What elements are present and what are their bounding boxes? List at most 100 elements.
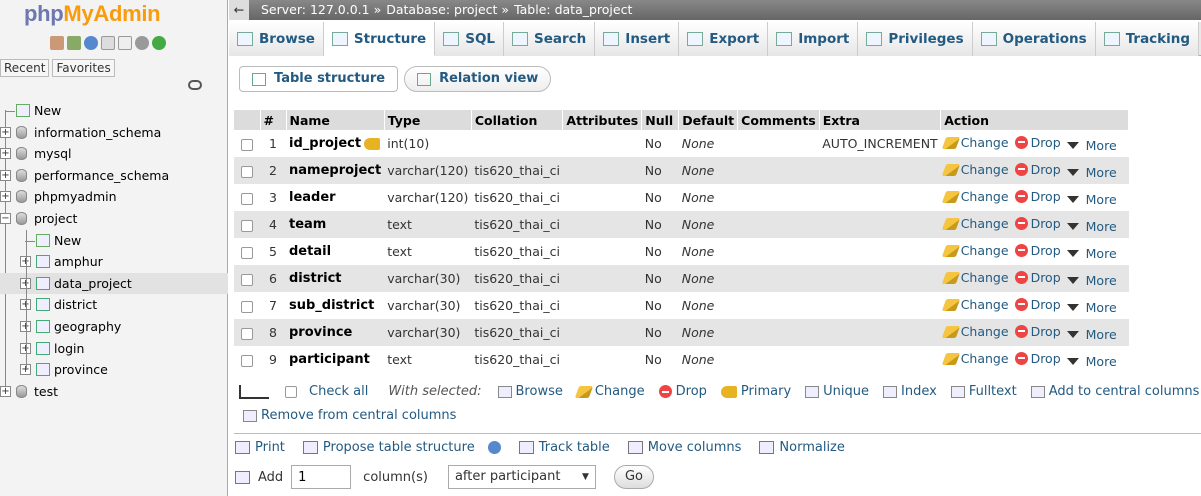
header-name[interactable]: Name [286,110,385,130]
tab-import[interactable]: Import [768,22,859,56]
tree-item[interactable]: +amphur [0,251,228,273]
drop-button[interactable]: Drop [1014,351,1061,366]
tree-item-label[interactable]: New [34,100,61,121]
print-link[interactable]: Print [235,440,285,455]
tree-item[interactable]: +geography [0,316,228,338]
column-name[interactable]: team [286,211,385,238]
tree-item-label[interactable]: test [34,381,58,402]
link-icon[interactable] [188,80,202,90]
tree-item-label[interactable]: phpmyadmin [34,186,117,207]
bulk-drop-button[interactable]: Drop [658,384,707,399]
favorites-tab[interactable]: Favorites [52,59,115,77]
check-all-checkbox[interactable] [285,385,297,398]
change-button[interactable]: Change [941,243,1009,258]
tree-item-label[interactable]: information_schema [34,122,161,143]
reload-icon[interactable] [152,36,166,50]
bulk-unique-button[interactable]: Unique [805,384,869,399]
tree-item-label[interactable]: New [54,230,81,251]
tab-operations[interactable]: Operations [972,22,1096,56]
logout-icon[interactable] [67,36,81,50]
column-name[interactable]: id_project [286,130,385,157]
column-name[interactable]: nameproject [286,157,385,184]
tree-item-label[interactable]: province [54,359,108,380]
check-all-label[interactable]: Check all [309,384,368,399]
tab-structure[interactable]: Structure [323,22,436,56]
drop-button[interactable]: Drop [1014,216,1061,231]
tree-item[interactable]: +province [0,359,228,381]
tree-item-label[interactable]: data_project [54,273,132,294]
row-checkbox[interactable] [241,354,253,367]
more-button[interactable]: More [1066,165,1117,180]
copy-icon[interactable] [118,36,132,50]
breadcrumb-table[interactable]: Table: data_project [514,0,632,20]
tree-item[interactable]: +district [0,294,228,316]
column-position-select[interactable]: after participant [447,465,596,489]
breadcrumb-server[interactable]: Server: 127.0.0.1 » [261,0,381,20]
row-checkbox[interactable] [241,192,253,205]
home-icon[interactable] [50,36,64,50]
settings-icon[interactable] [135,36,149,50]
phpmyadmin-logo[interactable]: phpMyAdmin [24,1,161,27]
help-icon[interactable] [487,441,501,454]
tree-item[interactable]: + information_schema [0,122,228,144]
column-name[interactable]: participant [286,346,385,373]
column-count-input[interactable] [291,465,352,489]
change-button[interactable]: Change [941,216,1009,231]
drop-button[interactable]: Drop [1014,162,1061,177]
move-columns-link[interactable]: Move columns [627,440,741,455]
bulk-primary-button[interactable]: Primary [720,384,791,399]
bulk-browse-button[interactable]: Browse [497,384,563,399]
expand-icon[interactable]: + [0,385,11,397]
bulk-change-button[interactable]: Change [574,384,645,399]
tree-item[interactable]: New [0,230,228,252]
go-button[interactable]: Go [613,465,654,489]
bulk-fulltext-button[interactable]: Fulltext [950,384,1017,399]
more-button[interactable]: More [1066,300,1117,315]
change-button[interactable]: Change [941,162,1009,177]
change-button[interactable]: Change [941,135,1009,150]
more-button[interactable]: More [1066,273,1117,288]
row-checkbox[interactable] [241,246,253,259]
row-checkbox[interactable] [241,138,253,151]
more-button[interactable]: More [1066,192,1117,207]
expand-icon[interactable]: + [0,126,11,138]
change-button[interactable]: Change [941,324,1009,339]
more-button[interactable]: More [1066,327,1117,342]
help-icon[interactable] [84,36,98,50]
column-name[interactable]: district [286,265,385,292]
row-checkbox[interactable] [241,219,253,232]
change-button[interactable]: Change [941,189,1009,204]
track-table-link[interactable]: Track table [518,440,610,455]
more-button[interactable]: More [1066,354,1117,369]
recent-tab[interactable]: Recent [0,59,50,77]
tree-item[interactable]: + mysql [0,143,228,165]
tab-export[interactable]: Export [679,22,769,56]
docs-icon[interactable] [101,36,115,50]
drop-button[interactable]: Drop [1014,189,1061,204]
tree-item-label[interactable]: performance_schema [34,165,169,186]
row-checkbox[interactable] [241,327,253,340]
bulk-index-button[interactable]: Index [883,384,937,399]
drop-button[interactable]: Drop [1014,270,1061,285]
tree-item[interactable]: +data_project [0,272,228,295]
column-name[interactable]: detail [286,238,385,265]
tree-item-label[interactable]: login [54,338,84,359]
expand-icon[interactable]: + [0,148,11,160]
change-button[interactable]: Change [941,297,1009,312]
relation-view-subtab[interactable]: Relation view [404,66,552,92]
tree-item-label[interactable]: geography [54,316,121,337]
change-button[interactable]: Change [941,351,1009,366]
tree-item-label[interactable]: project [34,208,77,229]
table-structure-subtab[interactable]: Table structure [239,66,399,92]
normalize-link[interactable]: Normalize [759,440,845,455]
expand-icon[interactable]: + [0,169,11,181]
more-button[interactable]: More [1066,219,1117,234]
tab-sql[interactable]: SQL [435,22,505,56]
more-button[interactable]: More [1066,138,1117,153]
bulk-add-to-central-columns-button[interactable]: Add to central columns [1030,384,1199,399]
change-button[interactable]: Change [941,270,1009,285]
tree-item-label[interactable]: amphur [54,251,103,272]
remove-central-columns-button[interactable]: Remove from central columns [243,408,456,423]
tree-item[interactable]: + phpmyadmin [0,186,228,208]
expand-icon[interactable]: − [0,212,11,224]
